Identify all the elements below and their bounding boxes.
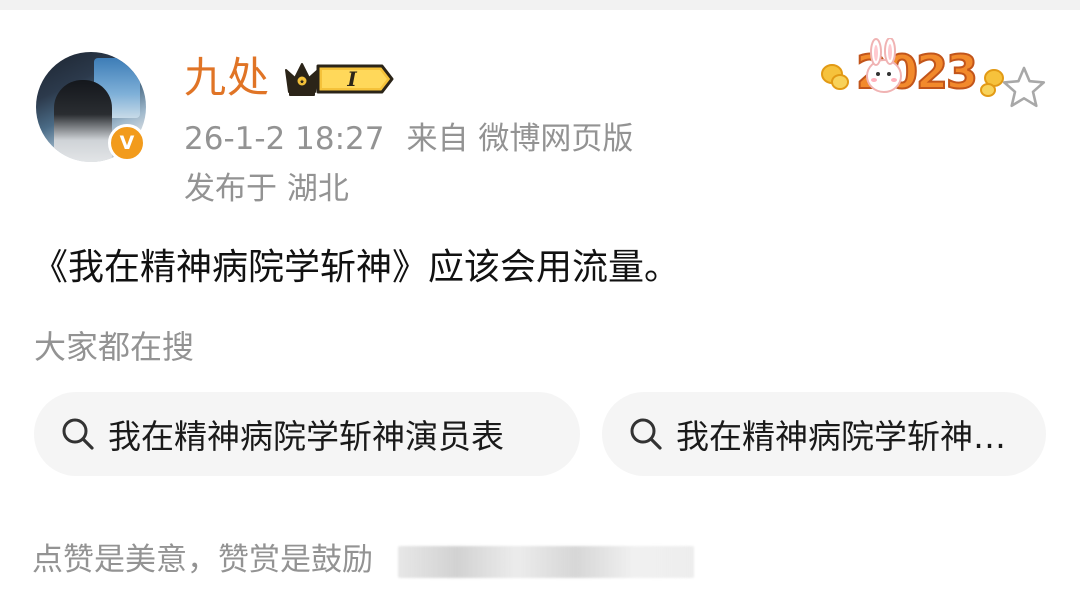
avatar-figure-detail <box>54 80 112 162</box>
search-icon <box>630 418 662 450</box>
trending-search-chip[interactable]: 我在精神病院学斩神演员表 <box>34 392 580 476</box>
post-time[interactable]: 26-1-2 18:27 <box>184 121 384 157</box>
trending-search-title: 大家都在搜 <box>34 328 195 366</box>
weibo-post-card: V 九处 I 26-1-2 18:27 来自 微博网页版 发布于 湖北 2023 <box>0 0 1080 590</box>
trending-search-chip[interactable]: 我在精神病院学斩神主演 <box>602 392 1046 476</box>
verified-badge-icon: V <box>108 124 146 162</box>
search-icon <box>62 418 94 450</box>
top-divider <box>0 0 1080 10</box>
vip-level-label: I <box>346 67 357 91</box>
post-meta: 26-1-2 18:27 来自 微博网页版 <box>184 117 633 161</box>
favorite-star-icon[interactable] <box>1000 64 1048 112</box>
author-name[interactable]: 九处 <box>184 50 270 106</box>
post-body-text: 《我在精神病院学斩神》应该会用流量。 <box>32 247 681 288</box>
trending-search-label: 我在精神病院学斩神演员表 <box>108 417 504 456</box>
trending-search-label: 我在精神病院学斩神主演 <box>676 417 1014 456</box>
vip-crown-badge-icon[interactable]: I <box>282 58 394 100</box>
blurred-overlay <box>398 546 694 578</box>
rabbit-2023-decoration-icon: 2023 <box>821 38 1004 100</box>
post-source: 来自 微博网页版 <box>406 121 634 157</box>
reward-hint-text: 点赞是美意，赞赏是鼓励 <box>32 542 373 578</box>
post-location: 发布于 湖北 <box>184 171 349 207</box>
